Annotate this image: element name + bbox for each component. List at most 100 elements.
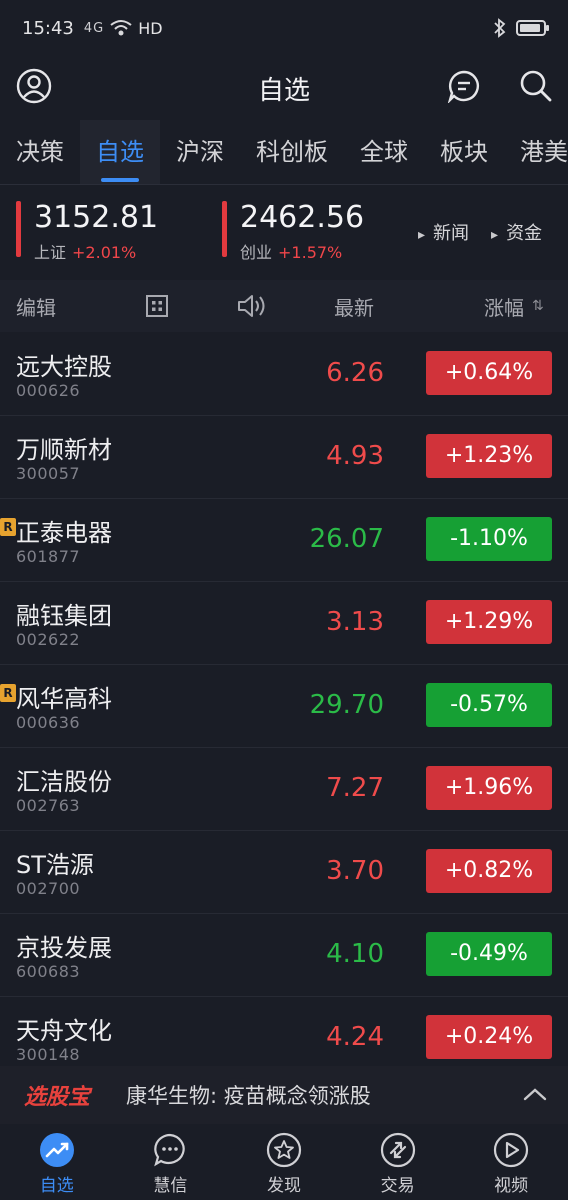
stock-code: 000626	[16, 381, 81, 400]
margin-badge: R	[0, 684, 16, 702]
nav-trade[interactable]: 交易	[341, 1124, 455, 1200]
nav-label: 交易	[380, 1176, 415, 1196]
stock-price: 3.13	[326, 607, 384, 637]
nav-label: 发现	[266, 1176, 301, 1196]
tab-shanghai-shenzhen[interactable]: 沪深	[160, 120, 240, 184]
stock-code: 000636	[16, 713, 81, 732]
stock-change[interactable]: -1.10%	[426, 517, 552, 561]
stock-name: 风华高科	[16, 685, 112, 713]
stock-price: 3.70	[326, 856, 384, 886]
trend-icon	[39, 1133, 74, 1167]
column-change[interactable]: 涨幅	[484, 292, 524, 321]
stock-name: 远大控股	[16, 353, 112, 381]
stock-name: ST浩源	[16, 851, 94, 879]
chevron-up-icon[interactable]	[522, 1082, 548, 1108]
stock-change[interactable]: -0.57%	[426, 683, 552, 727]
market-tabs: 决策 自选 沪深 科创板 全球 板块 港美	[0, 120, 568, 184]
tab-global[interactable]: 全球	[344, 120, 424, 184]
tab-hk-us[interactable]: 港美	[504, 120, 568, 184]
index-shanghai[interactable]: 3152.81 上证 +2.01%	[16, 201, 206, 263]
stock-list: 远大控股 000626 6.26 +0.64% 万顺新材 300057 4.93 +1.23%…	[0, 333, 568, 1080]
stock-code: 002763	[16, 796, 81, 815]
status-time: 15:43	[22, 17, 74, 39]
speaker-icon[interactable]	[236, 292, 268, 320]
funds-link[interactable]: 资金	[491, 219, 542, 245]
play-icon	[494, 1132, 529, 1168]
stock-change[interactable]: +0.24%	[426, 1015, 552, 1059]
nav-huixin[interactable]: 慧信	[114, 1124, 228, 1200]
index-change: +1.57%	[278, 243, 343, 262]
nav-label: 自选	[39, 1176, 74, 1196]
stock-price: 6.26	[326, 358, 384, 388]
search-icon	[520, 70, 552, 102]
status-bar: 15:43 4G HD	[0, 0, 568, 56]
grid-view-icon[interactable]	[145, 294, 169, 318]
tab-sectors[interactable]: 板块	[424, 120, 504, 184]
hd-indicator: HD	[138, 18, 163, 38]
nav-label: 慧信	[153, 1176, 188, 1196]
stock-code: 002700	[16, 879, 81, 898]
stock-price: 4.10	[326, 939, 384, 969]
column-latest[interactable]: 最新	[334, 292, 374, 321]
stock-price: 4.93	[326, 441, 384, 471]
stock-change[interactable]: +0.82%	[426, 849, 552, 893]
stock-change[interactable]: +1.23%	[426, 434, 552, 478]
stock-row[interactable]: R 风华高科 000636 29.70 -0.57%	[0, 665, 568, 748]
stock-price: 4.24	[326, 1022, 384, 1052]
search-button[interactable]	[514, 64, 558, 108]
star-icon	[266, 1132, 302, 1168]
stock-name: 汇洁股份	[16, 768, 112, 796]
user-profile-button[interactable]	[12, 64, 56, 108]
nav-discover[interactable]: 发现	[227, 1124, 341, 1200]
stock-name: 京投发展	[16, 934, 112, 962]
tab-star-market[interactable]: 科创板	[240, 120, 344, 184]
stock-row[interactable]: 京投发展 600683 4.10 -0.49%	[0, 914, 568, 997]
messages-button[interactable]	[442, 64, 486, 108]
index-change: +2.01%	[72, 243, 137, 262]
index-value: 3152.81	[34, 200, 159, 235]
battery-icon	[516, 20, 549, 36]
stock-row[interactable]: 融钰集团 002622 3.13 +1.29%	[0, 582, 568, 665]
user-icon	[16, 68, 52, 104]
nav-video[interactable]: 视频	[454, 1124, 568, 1200]
stock-name: 万顺新材	[16, 436, 112, 464]
wifi-icon	[110, 20, 132, 36]
index-bar	[16, 201, 21, 257]
stock-change[interactable]: +1.29%	[426, 600, 552, 644]
margin-badge: R	[0, 518, 16, 536]
stock-change[interactable]: +0.64%	[426, 351, 552, 395]
bluetooth-icon	[494, 18, 506, 38]
index-sub: 上证 +2.01%	[34, 239, 206, 263]
index-name: 上证	[34, 243, 67, 262]
index-name: 创业	[240, 243, 273, 262]
stock-code: 601877	[16, 547, 81, 566]
stock-code: 002622	[16, 630, 81, 649]
stock-name: 天舟文化	[16, 1017, 112, 1045]
edit-button[interactable]: 编辑	[16, 292, 56, 321]
index-bar	[222, 201, 227, 257]
stock-price: 26.07	[309, 524, 384, 554]
quick-links: 新闻 资金	[418, 219, 542, 245]
stock-price: 7.27	[326, 773, 384, 803]
stock-code: 300057	[16, 464, 81, 483]
stock-row[interactable]: R 正泰电器 601877 26.07 -1.10%	[0, 499, 568, 582]
stock-row[interactable]: 万顺新材 300057 4.93 +1.23%	[0, 416, 568, 499]
stock-row[interactable]: 汇洁股份 002763 7.27 +1.96%	[0, 748, 568, 831]
tab-watchlist[interactable]: 自选	[80, 120, 160, 184]
news-ticker[interactable]: 选股宝 康华生物: 疫苗概念领涨股	[0, 1066, 568, 1124]
top-bar: 自选	[0, 56, 568, 120]
stock-row[interactable]: ST浩源 002700 3.70 +0.82%	[0, 831, 568, 914]
ticker-text[interactable]: 康华生物: 疫苗概念领涨股	[126, 1080, 371, 1110]
sort-icon[interactable]: ⇅	[532, 298, 544, 314]
index-chinext[interactable]: 2462.56 创业 +1.57%	[222, 201, 412, 263]
stock-price: 29.70	[309, 690, 384, 720]
tab-decision[interactable]: 决策	[0, 120, 80, 184]
nav-watchlist[interactable]: 自选	[0, 1124, 114, 1200]
news-link[interactable]: 新闻	[418, 219, 469, 245]
list-header: 编辑 最新 涨幅 ⇅	[0, 280, 568, 332]
stock-change[interactable]: -0.49%	[426, 932, 552, 976]
stock-row[interactable]: 远大控股 000626 6.26 +0.64%	[0, 333, 568, 416]
ticker-brand: 选股宝	[24, 1085, 91, 1110]
chat-bubble-icon	[154, 1133, 186, 1167]
stock-change[interactable]: +1.96%	[426, 766, 552, 810]
